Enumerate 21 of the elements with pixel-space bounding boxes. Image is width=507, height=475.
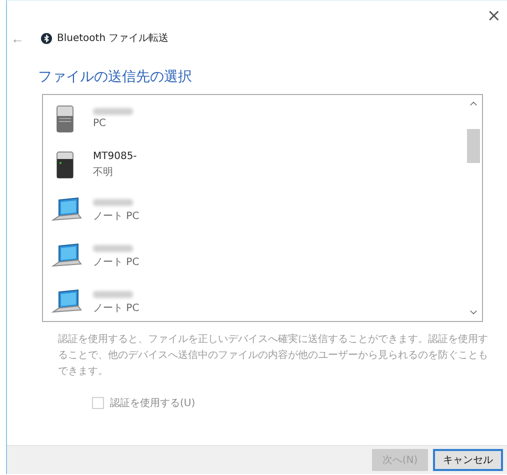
device-item[interactable]: PC xyxy=(51,101,465,136)
window-title: Bluetooth ファイル転送 xyxy=(57,32,169,45)
device-item[interactable]: ノート PC xyxy=(51,193,465,228)
device-item[interactable]: ノート PC xyxy=(51,285,465,320)
scroll-up-icon[interactable] xyxy=(470,101,477,106)
checkbox-label: 認証を使用する(U) xyxy=(110,396,196,410)
device-type: 不明 xyxy=(93,166,114,178)
scroll-thumb[interactable] xyxy=(467,129,480,163)
close-button[interactable]: × xyxy=(486,1,507,27)
device-item[interactable]: MT9085- 不明 xyxy=(51,147,465,182)
device-type: ノート PC xyxy=(93,210,140,222)
scroll-down-icon[interactable] xyxy=(470,310,477,315)
bluetooth-icon xyxy=(41,32,52,44)
device-type: ノート PC xyxy=(93,256,140,268)
description-text: 認証を使用すると、ファイルを正しいデバイスへ確実に送信することができます。認証を使用することで、他のデバイスへ送信中のファイルの内容が他のユーザーから見られるのを防ぐこともできます。 xyxy=(58,332,489,379)
device-name: MT9085- xyxy=(93,150,137,162)
page-heading: ファイルの送信先の選択 xyxy=(38,68,193,87)
device-type: ノート PC xyxy=(93,302,140,314)
cancel-button[interactable]: キャンセル xyxy=(433,449,503,471)
device-item[interactable]: ノート PC xyxy=(51,239,465,274)
device-type: PC xyxy=(93,118,108,129)
